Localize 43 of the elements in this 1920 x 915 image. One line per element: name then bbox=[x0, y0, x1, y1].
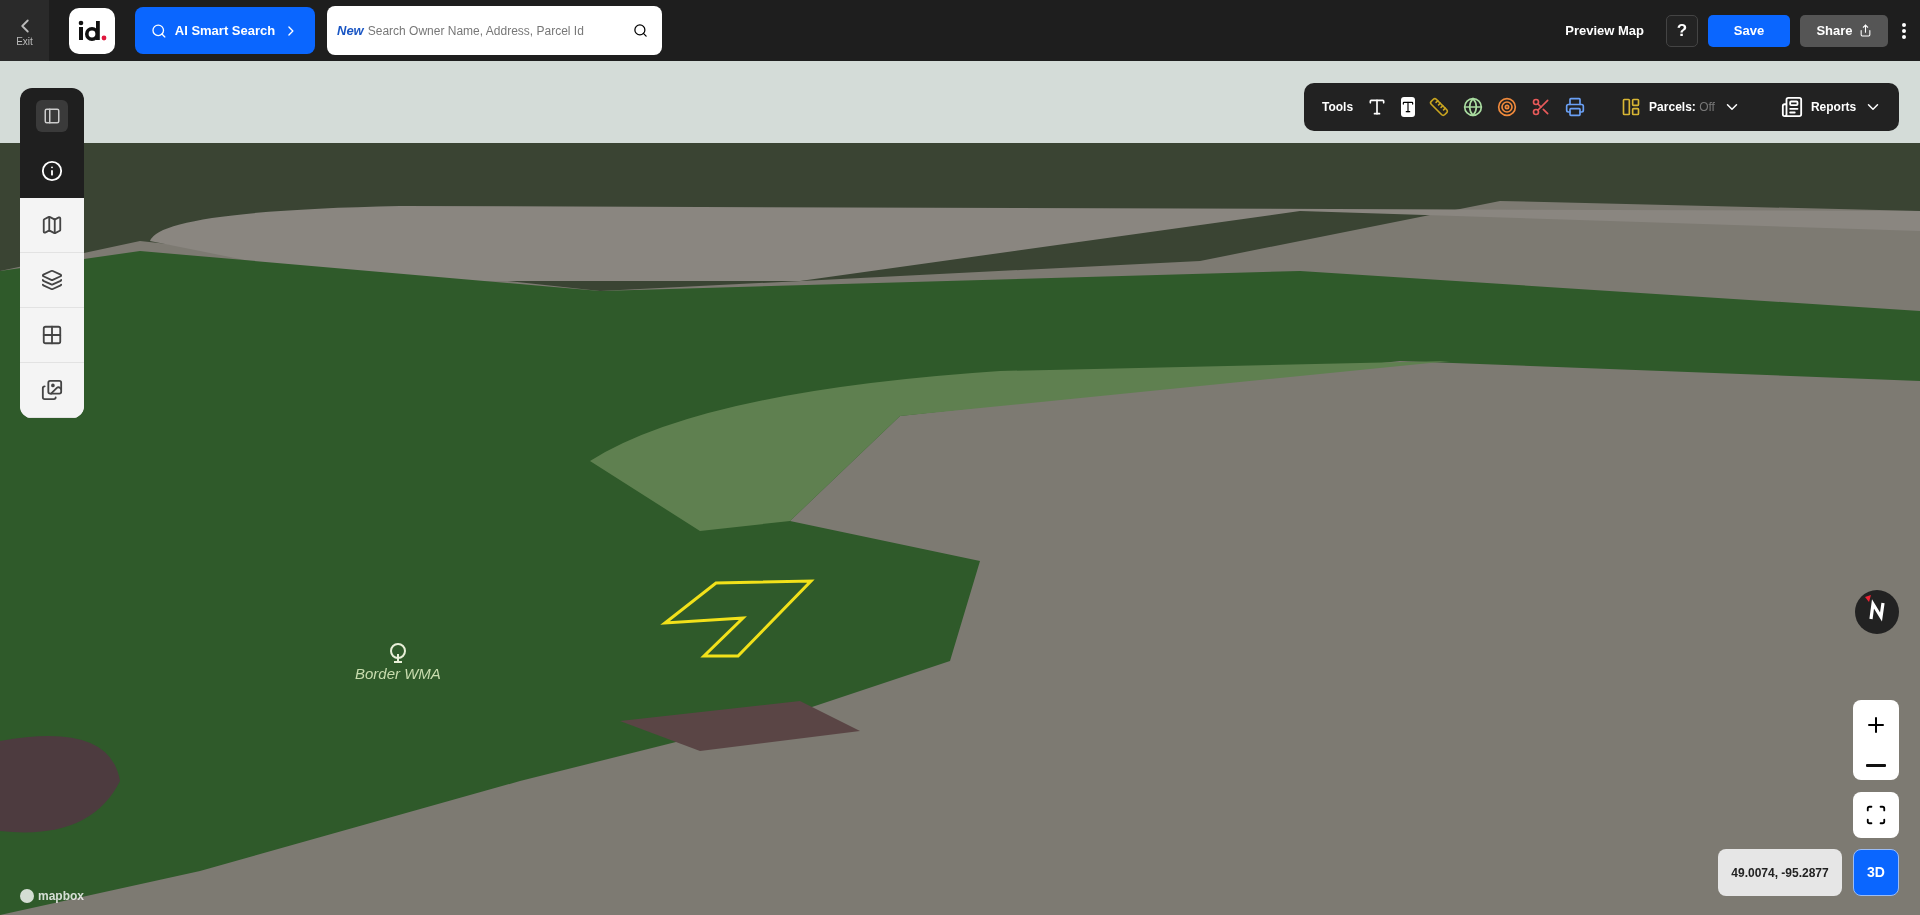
minus-icon bbox=[1866, 763, 1886, 767]
target-tool[interactable] bbox=[1497, 97, 1518, 117]
panel-toggle-icon bbox=[43, 106, 61, 125]
ai-smart-search-button[interactable]: AI Smart Search bbox=[135, 7, 315, 54]
view-mode-button[interactable]: 3D bbox=[1853, 849, 1899, 896]
layers-icon bbox=[41, 269, 63, 291]
more-icon bbox=[1902, 22, 1906, 39]
sidebar-item[interactable] bbox=[20, 88, 84, 143]
reports-icon bbox=[1780, 96, 1803, 118]
share-icon bbox=[1858, 24, 1872, 37]
parcels-dropdown[interactable]: Parcels: Off bbox=[1621, 97, 1741, 117]
logo-icon bbox=[77, 19, 107, 42]
search-input[interactable]: Search Owner Name, Address, Parcel Id bbox=[367, 21, 629, 40]
preview-map-button[interactable]: Preview Map bbox=[1565, 20, 1644, 41]
fit-view-icon bbox=[1865, 804, 1887, 826]
text-box-tool[interactable] bbox=[1401, 97, 1416, 117]
coordinates-display: 49.0074, -95.2877 bbox=[1718, 849, 1842, 896]
compass-icon bbox=[1854, 589, 1900, 635]
exit-button[interactable]: Exit bbox=[0, 0, 49, 61]
parcels-icon bbox=[1621, 97, 1642, 117]
save-button[interactable]: Save bbox=[1708, 14, 1790, 47]
tools-label: Tools bbox=[1322, 99, 1354, 116]
sidebar-item[interactable] bbox=[20, 143, 84, 198]
tree-icon bbox=[388, 643, 407, 663]
place-label: Border WMA bbox=[355, 664, 441, 684]
zoom-out-button[interactable] bbox=[1866, 763, 1886, 767]
map-icon bbox=[41, 214, 63, 236]
help-button[interactable]: ? bbox=[1666, 14, 1698, 47]
search-icon bbox=[151, 22, 167, 39]
reports-dropdown[interactable]: Reports bbox=[1780, 96, 1883, 118]
mapbox-attribution: mapbox bbox=[20, 887, 84, 905]
ruler-tool[interactable] bbox=[1429, 97, 1450, 117]
text-tool[interactable] bbox=[1367, 97, 1388, 117]
more-options-button[interactable] bbox=[1902, 22, 1906, 39]
search-icon bbox=[633, 23, 648, 38]
images-icon bbox=[41, 379, 63, 401]
new-label: New bbox=[337, 21, 364, 40]
fit-view-button[interactable] bbox=[1853, 792, 1899, 838]
printer-tool[interactable] bbox=[1565, 97, 1586, 117]
share-button[interactable]: Share bbox=[1800, 14, 1888, 47]
info-icon bbox=[41, 159, 63, 182]
search-field[interactable]: New Search Owner Name, Address, Parcel Id bbox=[327, 6, 662, 55]
globe-cursor-tool[interactable] bbox=[1463, 97, 1484, 117]
